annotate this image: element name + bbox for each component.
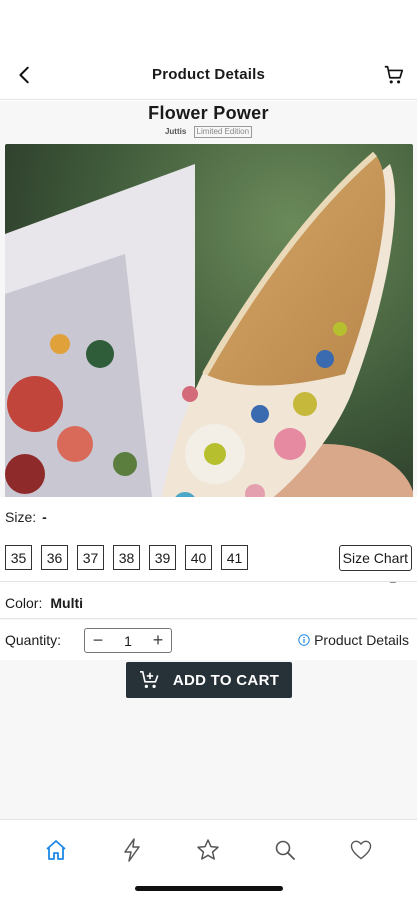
tab-search[interactable]	[265, 830, 305, 870]
color-value: Multi	[50, 595, 84, 611]
bottom-tab-bar	[0, 819, 417, 879]
increase-button[interactable]: +	[145, 629, 171, 652]
size-label-text: Size:	[5, 509, 37, 525]
product-details-label: Product Details	[314, 632, 409, 648]
size-label: Size: -	[5, 509, 47, 525]
size-option[interactable]: 40	[185, 545, 212, 570]
cart-icon	[384, 65, 404, 84]
decrease-button[interactable]: −	[85, 629, 111, 652]
add-to-cart-button[interactable]: ADD TO CART	[126, 662, 292, 698]
quantity-row: Quantity: − 1 + Product Details	[0, 620, 417, 660]
size-option[interactable]: 38	[113, 545, 140, 570]
size-options: 35 36 37 38 39 40 41	[5, 545, 248, 570]
heart-icon	[350, 840, 372, 860]
tab-favorites[interactable]	[188, 830, 228, 870]
chevron-left-icon	[19, 66, 29, 84]
color-row: Color: Multi	[0, 583, 417, 619]
selected-size: -	[42, 509, 47, 525]
add-to-cart-label: ADD TO CART	[172, 671, 280, 689]
size-option[interactable]: 35	[5, 545, 32, 570]
size-section: Size: - 35 36 37 38 39 40 41 Size Chart	[0, 497, 417, 582]
tab-wishlist[interactable]	[341, 830, 381, 870]
quantity-value[interactable]: 1	[111, 633, 145, 649]
lightning-icon	[124, 837, 141, 862]
back-button[interactable]	[12, 62, 38, 88]
cart-button[interactable]	[381, 62, 407, 88]
limited-edition-badge: Limited Edition	[193, 126, 253, 138]
size-option[interactable]: 41	[221, 545, 248, 570]
color-label-text: Color:	[5, 595, 43, 611]
color-label: Color: Multi	[5, 595, 83, 611]
product-name: Flower Power	[148, 103, 269, 123]
size-chart-button[interactable]: Size Chart	[338, 545, 412, 571]
top-app-bar: Product Details	[0, 50, 417, 100]
quantity-stepper: − 1 +	[84, 628, 172, 653]
add-to-cart-area: ADD TO CART	[0, 660, 417, 718]
product-image-carousel[interactable]	[5, 144, 413, 552]
home-indicator	[135, 886, 283, 891]
home-icon	[46, 839, 66, 860]
size-option[interactable]: 37	[77, 545, 104, 570]
search-icon	[275, 840, 295, 860]
product-details-link[interactable]: Product Details	[298, 632, 409, 648]
brand-line: Juttis Limited Edition	[0, 126, 417, 138]
product-image	[5, 144, 413, 552]
brand-name: Juttis	[164, 127, 187, 136]
status-bar	[0, 0, 417, 50]
tab-home[interactable]	[36, 830, 76, 870]
info-icon	[298, 634, 310, 646]
size-option[interactable]: 39	[149, 545, 176, 570]
tab-deals[interactable]	[112, 830, 152, 870]
add-cart-icon	[139, 671, 159, 688]
size-option[interactable]: 36	[41, 545, 68, 570]
quantity-label: Quantity:	[5, 632, 62, 648]
star-icon	[197, 838, 220, 860]
page-title: Product Details	[151, 66, 266, 83]
